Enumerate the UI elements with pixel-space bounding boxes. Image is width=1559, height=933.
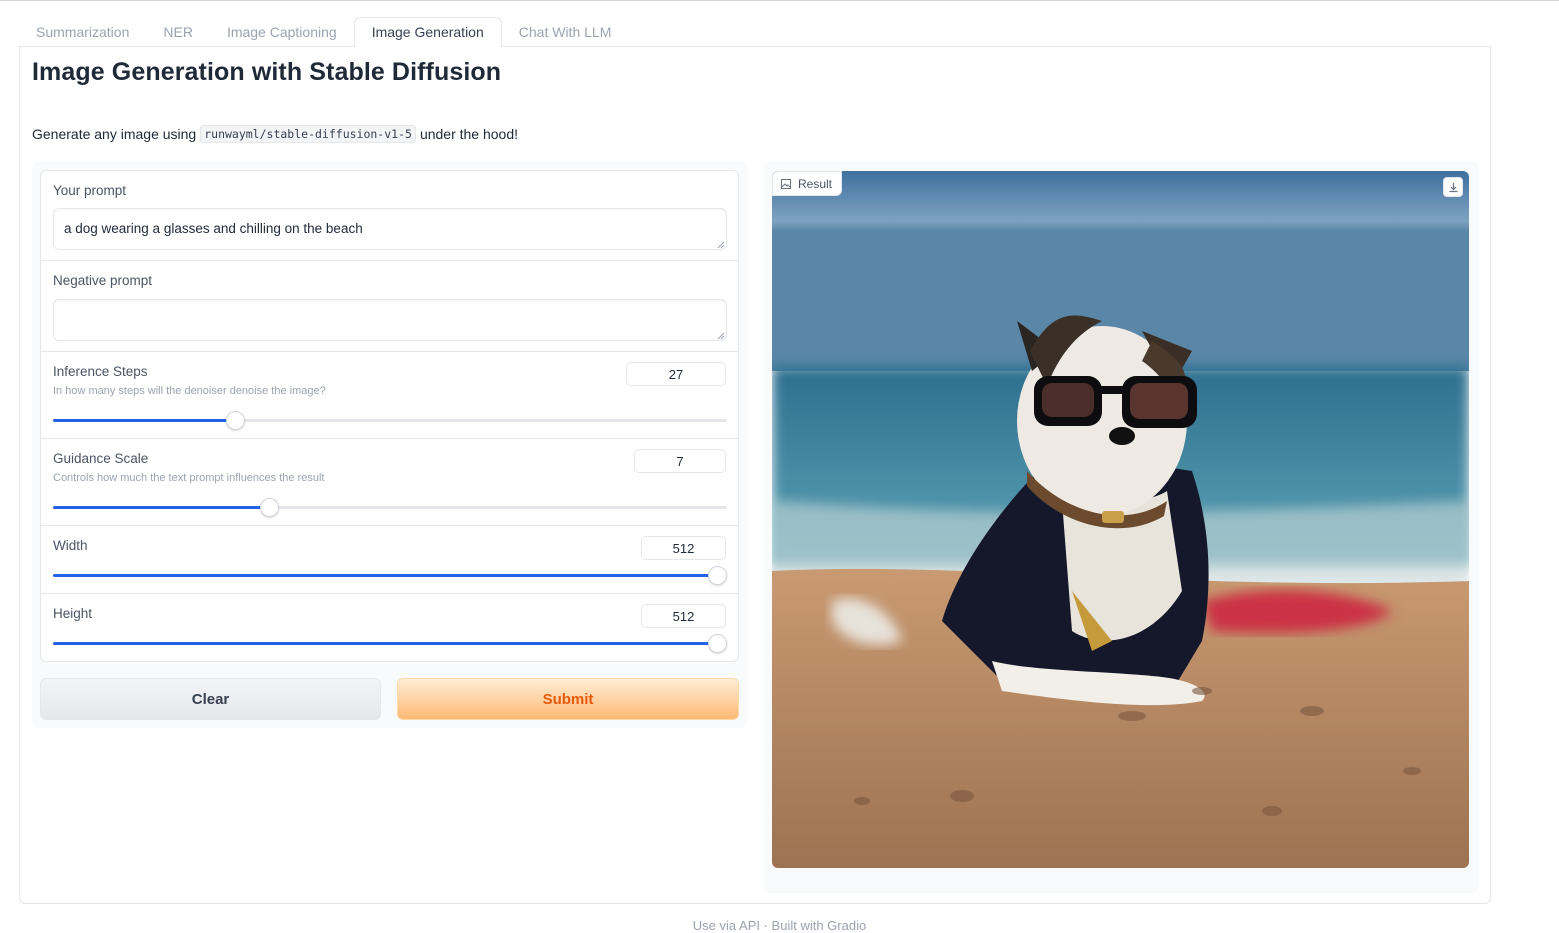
image-icon bbox=[781, 178, 791, 189]
guidance-scale-label: Guidance Scale bbox=[53, 451, 149, 466]
negative-prompt-input[interactable] bbox=[53, 299, 727, 341]
resize-handle-icon[interactable] bbox=[717, 332, 725, 340]
width-slider[interactable] bbox=[53, 566, 727, 585]
result-label-text: Result bbox=[798, 176, 833, 191]
resize-handle-icon[interactable] bbox=[717, 241, 725, 249]
width-label: Width bbox=[53, 538, 88, 553]
height-block: Height 512 bbox=[41, 594, 738, 661]
inference-steps-label: Inference Steps bbox=[53, 364, 148, 379]
width-number[interactable]: 512 bbox=[641, 536, 726, 560]
inference-steps-block: Inference Steps In how many steps will t… bbox=[41, 352, 738, 439]
tab-ner[interactable]: NER bbox=[146, 17, 210, 47]
page-title: Image Generation with Stable Diffusion bbox=[32, 58, 502, 86]
tab-chat-with-llm[interactable]: Chat With LLM bbox=[502, 17, 629, 47]
negative-prompt-block: Negative prompt bbox=[41, 261, 738, 352]
tab-image-generation[interactable]: Image Generation bbox=[353, 17, 502, 47]
description-suffix: under the hood! bbox=[419, 126, 519, 142]
width-block: Width 512 bbox=[41, 526, 738, 594]
description-prefix: Generate any image using bbox=[32, 126, 197, 142]
prompt-label: Your prompt bbox=[53, 183, 127, 198]
input-form: Your prompt a dog wearing a glasses and … bbox=[40, 170, 739, 662]
generated-image bbox=[772, 171, 1469, 868]
model-name: runwayml/stable-diffusion-v1-5 bbox=[200, 125, 416, 143]
result-image bbox=[772, 171, 1469, 868]
top-divider bbox=[0, 0, 1559, 1]
inference-steps-info: In how many steps will the denoiser deno… bbox=[53, 385, 326, 397]
slider-thumb[interactable] bbox=[707, 566, 727, 585]
slider-thumb[interactable] bbox=[259, 498, 279, 517]
guidance-scale-info: Controls how much the text prompt influe… bbox=[53, 472, 325, 484]
download-icon bbox=[1449, 182, 1457, 192]
height-number[interactable]: 512 bbox=[641, 604, 726, 628]
slider-fill bbox=[53, 506, 269, 509]
page-description: Generate any image using runwayml/stable… bbox=[32, 125, 518, 143]
guidance-scale-number[interactable]: 7 bbox=[634, 449, 726, 473]
clear-button[interactable]: Clear bbox=[40, 678, 381, 720]
tab-image-captioning[interactable]: Image Captioning bbox=[210, 17, 354, 47]
tab-summarization[interactable]: Summarization bbox=[19, 17, 146, 47]
guidance-scale-block: Guidance Scale Controls how much the tex… bbox=[41, 439, 738, 526]
inference-steps-number[interactable]: 27 bbox=[626, 362, 726, 386]
height-label: Height bbox=[53, 606, 93, 621]
footer: Use via API · Built with Gradio bbox=[692, 918, 867, 933]
tab-bar: Summarization NER Image Captioning Image… bbox=[19, 17, 628, 47]
guidance-scale-slider[interactable] bbox=[53, 498, 727, 517]
slider-fill bbox=[53, 419, 235, 422]
slider-thumb[interactable] bbox=[225, 411, 245, 430]
submit-button[interactable]: Submit bbox=[397, 678, 739, 720]
slider-thumb[interactable] bbox=[707, 634, 727, 653]
negative-prompt-label: Negative prompt bbox=[53, 273, 153, 288]
inference-steps-slider[interactable] bbox=[53, 411, 727, 430]
slider-fill bbox=[53, 574, 717, 577]
slider-fill bbox=[53, 642, 717, 645]
height-slider[interactable] bbox=[53, 634, 727, 653]
prompt-block: Your prompt a dog wearing a glasses and … bbox=[41, 171, 738, 261]
prompt-input[interactable]: a dog wearing a glasses and chilling on … bbox=[53, 208, 727, 250]
result-label: Result bbox=[772, 171, 843, 196]
download-button[interactable] bbox=[1443, 177, 1463, 197]
